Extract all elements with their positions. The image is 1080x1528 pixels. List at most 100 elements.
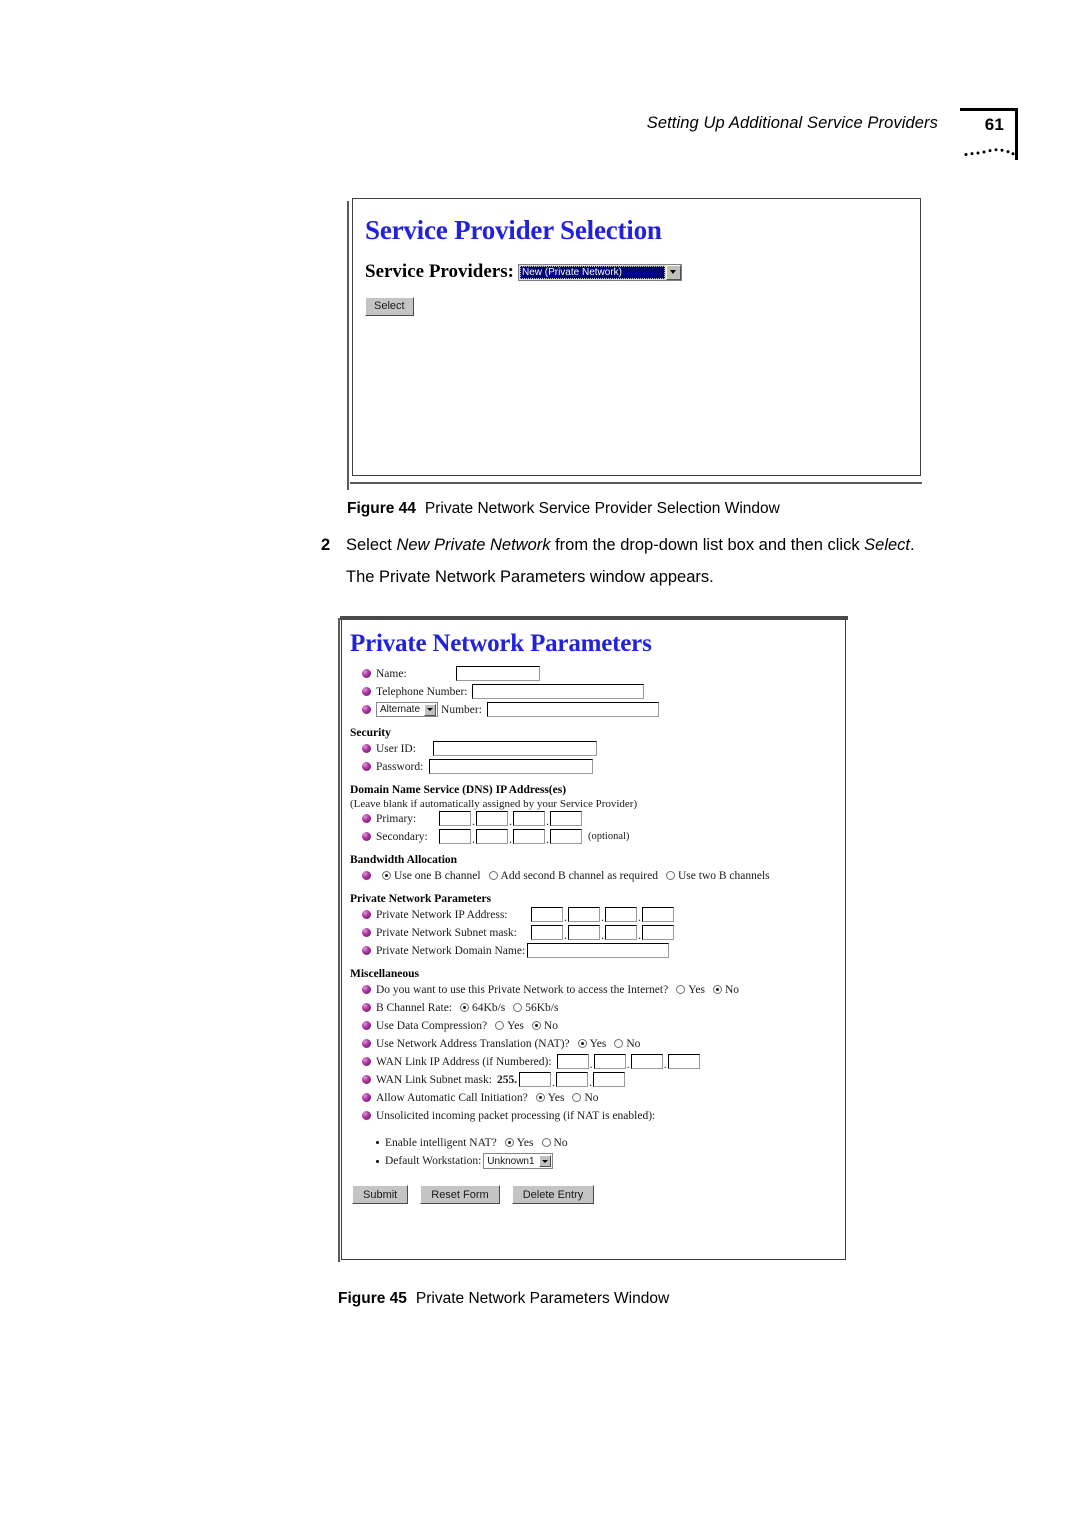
field-row-auto-call: Allow Automatic Call Initiation? Yes No (362, 1090, 845, 1105)
step-2-number: 2 (321, 536, 331, 554)
label-data-compression-no: No (543, 1019, 558, 1032)
radio-b-channel-64[interactable] (460, 1003, 470, 1012)
select-button-wrap: Select (365, 296, 920, 316)
private-mask-octet-4[interactable] (642, 925, 674, 940)
private-mask-label: Private Network Subnet mask: (376, 926, 517, 939)
default-workstation-value: Unknown1 (487, 1155, 535, 1167)
dns-primary-octet-4[interactable] (550, 811, 582, 826)
name-input[interactable] (455, 666, 540, 681)
field-row-private-ip: Private Network IP Address: . . . (362, 907, 845, 923)
label-auto-call-no: No (584, 1091, 599, 1104)
private-ip-octet-3[interactable] (605, 907, 637, 922)
service-providers-dropdown-value: New (Private Network) (519, 265, 665, 279)
delete-entry-button[interactable]: Delete Entry (511, 1185, 595, 1204)
bullet-icon (362, 669, 371, 678)
field-row-private-mask: Private Network Subnet mask: . . . (362, 925, 845, 941)
private-domain-input[interactable] (527, 943, 670, 958)
bullet-icon (362, 1057, 371, 1066)
alternate-number-input[interactable] (486, 702, 659, 717)
private-params-section-heading: Private Network Parameters (350, 893, 492, 905)
private-mask-octet-1[interactable] (531, 925, 563, 940)
radio-auto-call-yes[interactable] (535, 1093, 545, 1102)
corner-top-rule (960, 108, 1016, 111)
radio-use-two-b-channels[interactable] (665, 871, 675, 880)
private-mask-octet-3[interactable] (605, 925, 637, 940)
private-ip-octet-1[interactable] (531, 907, 563, 922)
figure-45-window: Private Network Parameters Name: Telepho… (338, 616, 850, 1264)
bullet-icon (362, 871, 371, 880)
radio-data-compression-no[interactable] (531, 1021, 541, 1030)
user-id-input[interactable] (432, 741, 597, 756)
radio-add-second-b-channel[interactable] (488, 871, 498, 880)
dns-primary-octet-1[interactable] (439, 811, 471, 826)
private-mask-octet-2[interactable] (568, 925, 600, 940)
wan-mask-octet-2[interactable] (519, 1072, 552, 1087)
auto-call-label: Allow Automatic Call Initiation? (376, 1091, 528, 1104)
select-button[interactable]: Select (365, 296, 414, 316)
telephone-number-input[interactable] (472, 684, 645, 699)
wan-mask-octet-3[interactable] (556, 1072, 589, 1087)
wan-ip-octet-3[interactable] (630, 1054, 663, 1069)
submit-button[interactable]: Submit (352, 1185, 409, 1204)
field-row-wan-mask: WAN Link Subnet mask: 255. . . (362, 1072, 845, 1088)
step-2-text-b: from the drop-down list box and then cli… (550, 536, 865, 554)
private-ip-octet-2[interactable] (568, 907, 600, 922)
b-channel-rate-label: B Channel Rate: (376, 1001, 453, 1014)
chevron-down-icon[interactable] (665, 264, 681, 280)
wan-ip-octet-2[interactable] (593, 1054, 626, 1069)
unsolicited-label: Unsolicited incoming packet processing (… (376, 1109, 656, 1122)
figure-45-caption-text: Private Network Parameters Window (415, 1290, 670, 1307)
radio-internet-access-yes[interactable] (676, 985, 686, 994)
sub-bullet-icon (376, 1141, 379, 1144)
step-2-block: 2 Select New Private Network from the dr… (321, 529, 1011, 593)
alternate-type-dropdown[interactable]: Alternate (376, 702, 439, 717)
radio-b-channel-56[interactable] (513, 1003, 523, 1012)
bullet-icon (362, 1003, 371, 1012)
dns-primary-octet-2[interactable] (476, 811, 508, 826)
radio-auto-call-no[interactable] (572, 1093, 582, 1102)
dns-secondary-octet-2[interactable] (476, 829, 508, 844)
bullet-icon (362, 1021, 371, 1030)
header-title: Setting Up Additional Service Providers (646, 114, 938, 132)
page-running-header: Setting Up Additional Service Providers … (647, 108, 1018, 160)
bullet-icon (362, 744, 371, 753)
wan-ip-octet-1[interactable] (556, 1054, 589, 1069)
service-providers-dropdown[interactable]: New (Private Network) (517, 263, 682, 281)
dns-secondary-octet-1[interactable] (439, 829, 471, 844)
step-2-continuation: The Private Network Parameters window ap… (346, 568, 714, 587)
radio-use-one-b-channel[interactable] (382, 871, 391, 880)
label-use-two-b-channels: Use two B channels (677, 869, 770, 882)
label-internet-access-yes: Yes (688, 983, 705, 996)
page-number: 61 (984, 115, 1004, 134)
radio-nat-no[interactable] (614, 1039, 624, 1048)
private-ip-octet-4[interactable] (642, 907, 674, 922)
bullet-icon (362, 1075, 371, 1084)
dns-secondary-octet-4[interactable] (550, 829, 582, 844)
password-input[interactable] (429, 759, 594, 774)
chevron-down-icon[interactable] (538, 1155, 551, 1167)
reset-form-button[interactable]: Reset Form (420, 1185, 500, 1204)
radio-intelligent-nat-no[interactable] (541, 1138, 551, 1147)
default-workstation-dropdown[interactable]: Unknown1 (483, 1153, 553, 1169)
label-b-channel-64: 64Kb/s (472, 1001, 506, 1014)
label-add-second-b-channel: Add second B channel as required (500, 869, 658, 882)
radio-internet-access-no[interactable] (712, 985, 722, 994)
wan-mask-label: WAN Link Subnet mask: (376, 1073, 492, 1086)
radio-data-compression-yes[interactable] (495, 1021, 505, 1030)
field-row-wan-ip: WAN Link IP Address (if Numbered): . . . (362, 1054, 845, 1070)
figure-45-caption-label: Figure 45 (338, 1290, 407, 1307)
chevron-down-icon[interactable] (424, 703, 437, 716)
figure-44-caption-text: Private Network Service Provider Selecti… (424, 500, 780, 517)
label-b-channel-56: 56Kb/s (525, 1001, 559, 1014)
label-nat-no: No (626, 1037, 641, 1050)
bullet-icon (362, 946, 371, 955)
wan-ip-octet-4[interactable] (667, 1054, 700, 1069)
radio-nat-yes[interactable] (577, 1039, 587, 1048)
dns-primary-octet-3[interactable] (513, 811, 545, 826)
radio-intelligent-nat-yes[interactable] (504, 1138, 514, 1147)
step-2-text: Select New Private Network from the drop… (346, 529, 915, 561)
step-2-emphasis-a: New Private Network (396, 536, 551, 554)
dns-secondary-octet-3[interactable] (513, 829, 545, 844)
wan-mask-octet-4[interactable] (593, 1072, 626, 1087)
corner-right-rule (1015, 108, 1018, 160)
